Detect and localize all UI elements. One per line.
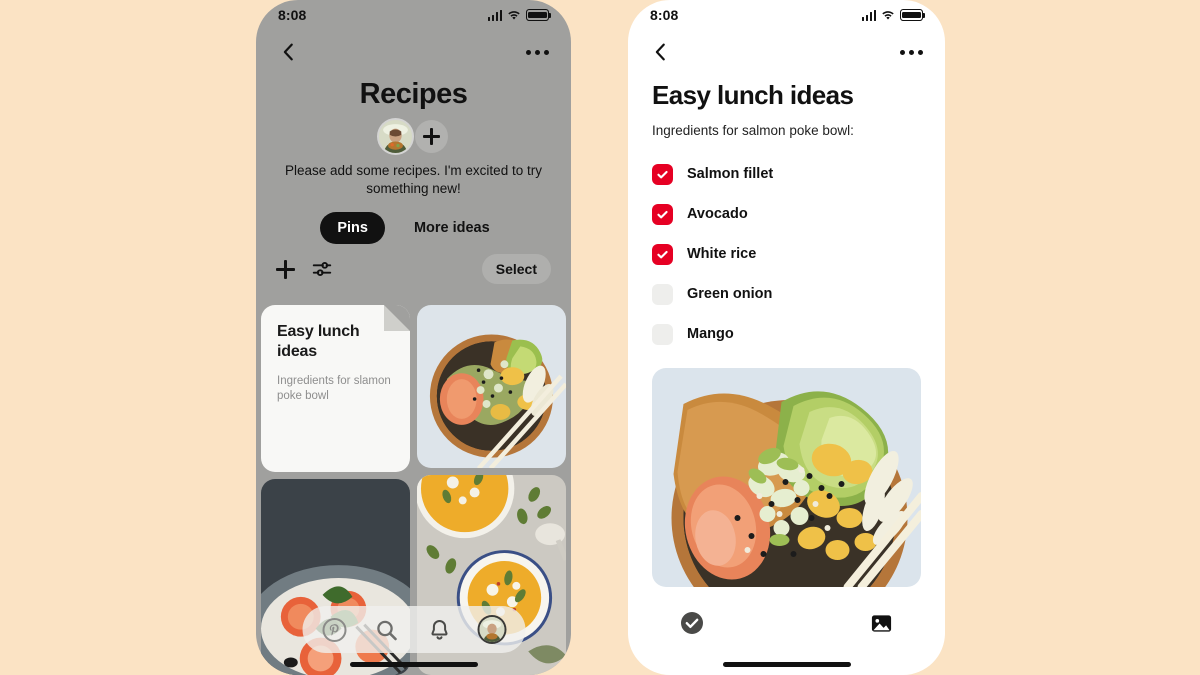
status-bar-clock: 8:08 <box>650 7 679 23</box>
ingredients-checklist: Salmon fillet Avocado White rice Green o… <box>628 138 945 354</box>
salmon-poke-bowl-photo[interactable] <box>652 368 921 587</box>
board-description: Please add some recipes. I'm excited to … <box>285 163 542 196</box>
home-indicator <box>722 662 851 667</box>
board-toolbar: Select <box>256 252 571 286</box>
status-bar: 8:08 <box>256 0 571 30</box>
checkbox-checked[interactable] <box>652 243 673 265</box>
battery-full-icon <box>900 9 925 21</box>
note-pin-title: Easy lunch ideas <box>277 323 360 360</box>
right-phone-note-screen: 8:08 Easy lunch ideas Ingredients for sa… <box>628 0 945 675</box>
chevron-left-icon <box>283 43 293 61</box>
cellular-signal-icon <box>861 9 876 21</box>
back-button[interactable] <box>278 41 300 63</box>
checklist-item-label: Green onion <box>687 286 773 302</box>
nav-bar <box>256 30 571 74</box>
bell-notifications-icon[interactable] <box>427 618 451 642</box>
checklist-toggle-button[interactable] <box>680 611 704 635</box>
chevron-left-icon <box>655 43 665 61</box>
checkbox-checked[interactable] <box>652 203 673 225</box>
add-collaborator-button[interactable] <box>415 120 448 153</box>
checklist-item-label: Avocado <box>687 206 748 222</box>
note-title: Easy lunch ideas <box>652 80 854 110</box>
tab-more-ideas[interactable]: More ideas <box>397 212 507 244</box>
select-button[interactable]: Select <box>481 254 551 284</box>
checklist-item[interactable]: Green onion <box>652 274 921 314</box>
checkbox-checked[interactable] <box>652 163 673 185</box>
check-circle-icon <box>681 612 703 634</box>
status-bar-icons <box>487 9 551 21</box>
page-title: Recipes <box>359 78 468 110</box>
screenshot-stage: 8:08 Recipes Please add some recipes. I'… <box>0 0 1200 675</box>
sliders-filter-icon[interactable] <box>311 258 333 280</box>
left-phone-board-screen: 8:08 Recipes Please add some recipes. I'… <box>256 0 571 675</box>
wifi-icon <box>507 10 521 21</box>
checklist-item[interactable]: White rice <box>652 234 921 274</box>
status-bar: 8:08 <box>628 0 945 30</box>
checkbox-unchecked[interactable] <box>652 323 673 345</box>
pinterest-logo-icon[interactable] <box>322 617 347 642</box>
checklist-item[interactable]: Mango <box>652 314 921 354</box>
collaborator-avatar[interactable] <box>379 120 412 153</box>
back-button[interactable] <box>650 41 672 63</box>
more-options-button[interactable] <box>526 49 549 55</box>
checklist-item-label: White rice <box>687 246 757 262</box>
poke-bowl-pin[interactable] <box>417 305 566 469</box>
cellular-signal-icon <box>487 9 502 21</box>
plus-icon <box>423 128 440 145</box>
checklist-item[interactable]: Salmon fillet <box>652 154 921 194</box>
checkbox-unchecked[interactable] <box>652 283 673 305</box>
board-tabs: Pins More ideas <box>256 212 571 244</box>
add-pin-button[interactable] <box>276 259 295 279</box>
add-image-icon <box>871 614 892 632</box>
home-indicator <box>349 662 478 667</box>
note-pin-card[interactable]: Easy lunch ideas Ingredients for slamon … <box>261 305 410 472</box>
search-icon[interactable] <box>375 618 399 642</box>
add-image-button[interactable] <box>870 612 893 635</box>
nav-bar <box>628 30 945 74</box>
note-editor-toolbar <box>628 605 945 641</box>
checklist-item-label: Mango <box>687 326 734 342</box>
note-subtitle: Ingredients for salmon poke bowl: <box>652 123 854 138</box>
status-bar-icons <box>861 9 925 21</box>
battery-full-icon <box>526 9 551 21</box>
checklist-item-label: Salmon fillet <box>687 166 774 182</box>
collaborators-row <box>256 120 571 153</box>
status-bar-clock: 8:08 <box>278 7 307 23</box>
tab-pins[interactable]: Pins <box>320 212 385 244</box>
checklist-item[interactable]: Avocado <box>652 194 921 234</box>
wifi-icon <box>881 10 895 21</box>
profile-avatar-icon[interactable] <box>479 617 505 642</box>
bottom-nav-bar <box>302 606 525 653</box>
more-options-button[interactable] <box>900 49 923 55</box>
note-pin-subtitle: Ingredients for slamon poke bowl <box>277 375 391 402</box>
